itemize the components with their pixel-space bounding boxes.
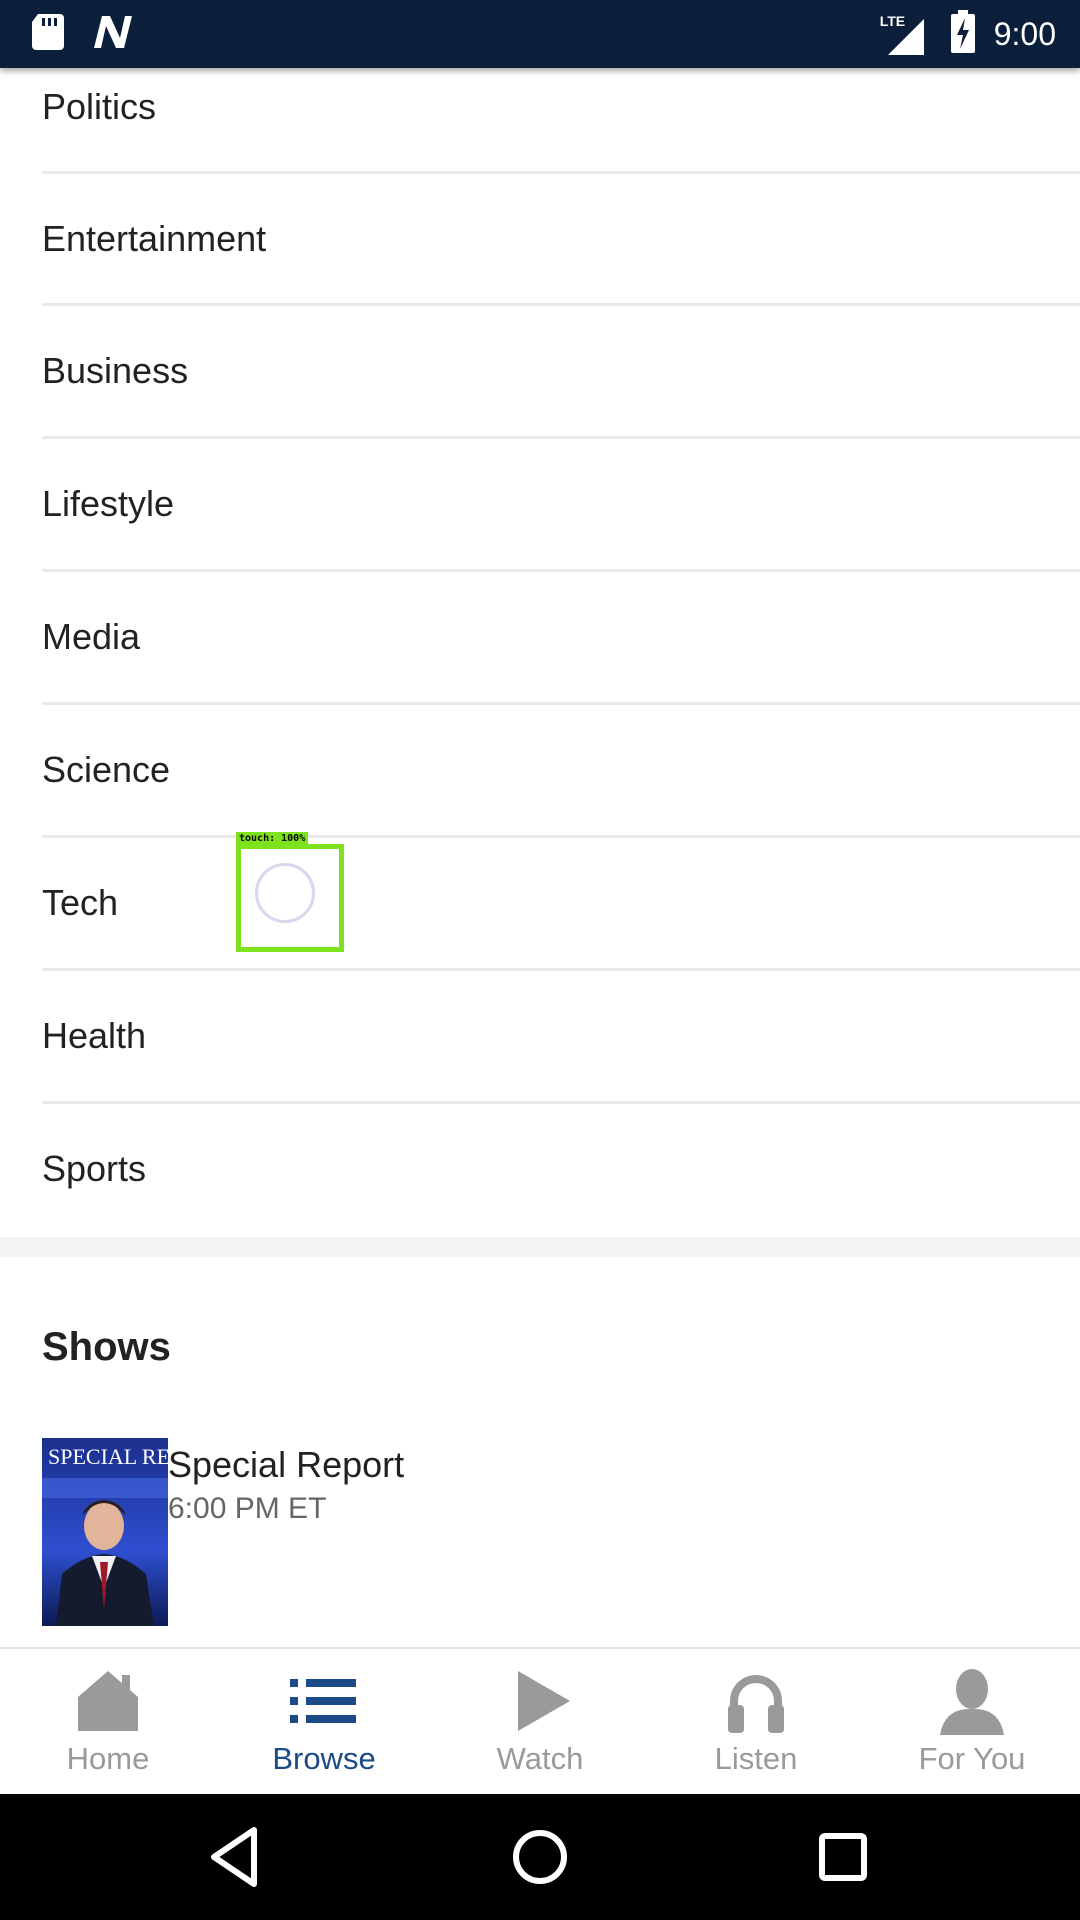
show-poster-text: SPECIAL REPORT (48, 1444, 168, 1469)
section-divider (0, 1237, 1080, 1257)
touch-indicator-circle (255, 863, 315, 923)
nav-browse[interactable]: Browse (216, 1649, 432, 1795)
battery-charging-icon (950, 10, 976, 59)
headphones-icon (720, 1665, 792, 1737)
category-label: Media (42, 616, 141, 657)
category-label: Entertainment (42, 218, 267, 259)
show-time: 6:00 PM ET (168, 1492, 327, 1525)
recents-icon[interactable] (810, 1824, 876, 1890)
category-label: Science (42, 749, 171, 790)
signal-icon: LTE (880, 13, 932, 57)
home-icon (72, 1665, 144, 1737)
nav-watch[interactable]: Watch (432, 1649, 648, 1795)
nav-label: Listen (714, 1741, 798, 1776)
nav-label: Watch (496, 1741, 584, 1776)
shows-section-title: Shows (42, 1325, 171, 1369)
category-label: Business (42, 350, 189, 391)
category-item-lifestyle[interactable]: Lifestyle (0, 439, 1080, 571)
system-navigation-bar (0, 1794, 1080, 1920)
play-icon (504, 1665, 576, 1737)
category-item-sports[interactable]: Sports (0, 1104, 1080, 1236)
category-label: Sports (42, 1148, 147, 1189)
category-label: Lifestyle (42, 483, 175, 524)
list-icon (288, 1665, 360, 1737)
category-item-business[interactable]: Business (0, 306, 1080, 438)
category-label: Tech (42, 882, 119, 923)
show-name: Special Report (168, 1444, 405, 1485)
sd-card-icon (30, 12, 66, 57)
home-circle-icon[interactable] (507, 1824, 573, 1890)
bottom-navigation: Home Browse Watch Listen For You (0, 1647, 1080, 1795)
nav-listen[interactable]: Listen (648, 1649, 864, 1795)
nav-label: Home (66, 1741, 150, 1776)
status-time: 9:00 (993, 16, 1056, 52)
back-icon[interactable] (204, 1824, 270, 1890)
person-icon (936, 1665, 1008, 1737)
nav-for-you[interactable]: For You (864, 1649, 1080, 1795)
nav-label: For You (918, 1741, 1026, 1776)
category-item-tech[interactable]: Tech (0, 838, 1080, 970)
nav-home[interactable]: Home (0, 1649, 216, 1795)
category-item-media[interactable]: Media (0, 572, 1080, 704)
show-poster-image: SPECIAL REPORT (42, 1438, 168, 1626)
category-item-science[interactable]: Science (0, 705, 1080, 837)
n-notification-icon (92, 14, 134, 55)
status-bar: LTE 9:00 (0, 0, 1080, 68)
nav-label: Browse (272, 1741, 376, 1776)
category-label: Politics (42, 86, 157, 127)
category-label: Health (42, 1015, 147, 1056)
category-item-health[interactable]: Health (0, 971, 1080, 1103)
category-item-entertainment[interactable]: Entertainment (0, 174, 1080, 306)
